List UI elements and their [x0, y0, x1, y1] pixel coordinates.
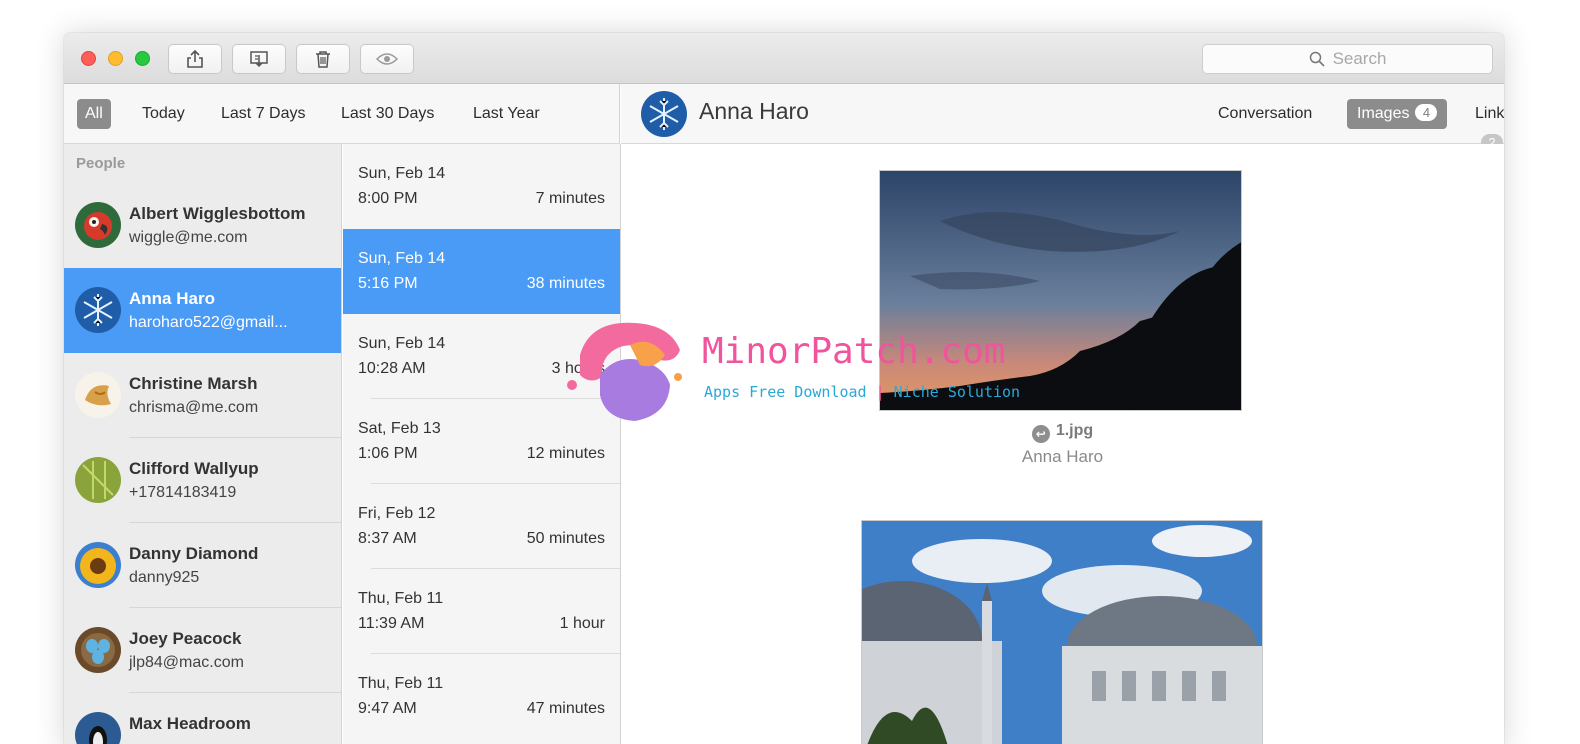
- reply-arrow-icon: ↩: [1031, 425, 1050, 443]
- conversation-header: Anna Haro Conversation Images 4 Links2: [621, 84, 1504, 151]
- person-detail: jlp84@mac.com: [129, 654, 244, 671]
- person-joey-peacock[interactable]: Joey Peacock jlp84@mac.com: [64, 608, 341, 693]
- search-placeholder: Search: [1332, 49, 1387, 68]
- contact-name: Anna Haro: [699, 98, 809, 124]
- person-name: Christine Marsh: [129, 374, 258, 393]
- delete-button[interactable]: [296, 44, 350, 74]
- filter-last-year[interactable]: Last Year: [465, 99, 548, 129]
- image-attachment[interactable]: [879, 170, 1242, 411]
- tab-images[interactable]: Images 4: [1347, 99, 1448, 129]
- conversation-date: Sun, Feb 14: [358, 335, 446, 352]
- images-pane: ↩ 1.jpg Anna Haro: [621, 144, 1504, 744]
- person-danny-diamond[interactable]: Danny Diamond danny925: [64, 523, 341, 608]
- filter-last-30-days[interactable]: Last 30 Days: [333, 99, 442, 129]
- parrot-avatar: [75, 202, 121, 248]
- person-detail: wiggle@me.com: [129, 229, 248, 246]
- person-name: Joey Peacock: [129, 629, 242, 648]
- close-window-button[interactable]: [81, 51, 96, 66]
- tab-conversation[interactable]: Conversation: [1208, 99, 1322, 129]
- tab-conversation-label: Conversation: [1218, 105, 1313, 122]
- sunflower-avatar: [75, 542, 121, 588]
- conversation-item[interactable]: Sun, Feb 14 8:00 PM 7 minutes: [343, 144, 620, 229]
- person-detail: +17814183419: [129, 484, 237, 501]
- conversation-duration: 7 minutes: [535, 190, 605, 207]
- person-name: Max Headroom: [129, 714, 251, 733]
- conversation-time: 8:37 AM: [358, 530, 417, 547]
- share-button[interactable]: [168, 44, 222, 74]
- leaf-avatar: [75, 457, 121, 503]
- sunset-photo: [880, 171, 1241, 410]
- tab-images-label: Images: [1357, 105, 1410, 122]
- person-detail: haroharo522@gmail...: [129, 314, 288, 331]
- export-button[interactable]: [232, 44, 286, 74]
- conversation-item[interactable]: Sun, Feb 14 5:16 PM 38 minutes: [343, 229, 620, 314]
- conversation-date: Thu, Feb 11: [358, 590, 444, 607]
- tab-links-label: Links: [1475, 105, 1504, 122]
- eggs-avatar: [75, 627, 121, 673]
- conversation-duration: 1 hour: [559, 615, 605, 632]
- person-detail: danny925: [129, 569, 200, 586]
- person-anna-haro[interactable]: Anna Haro haroharo522@gmail...: [64, 268, 341, 353]
- search-input[interactable]: Search: [1202, 44, 1493, 74]
- zoom-window-button[interactable]: [135, 51, 150, 66]
- person-albert-wigglesbottom[interactable]: Albert Wigglesbottom wiggle@me.com: [64, 183, 341, 268]
- conversation-date: Sat, Feb 13: [358, 420, 441, 437]
- eye-icon: [376, 53, 398, 65]
- conversation-list: Sun, Feb 14 8:00 PM 7 minutes Sun, Feb 1…: [343, 144, 621, 744]
- tab-links[interactable]: Links2: [1465, 99, 1504, 151]
- person-name: Albert Wigglesbottom: [129, 204, 306, 223]
- conversation-date: Sun, Feb 14: [358, 250, 446, 267]
- conversation-item[interactable]: Thu, Feb 11 11:39 AM 1 hour: [343, 569, 620, 654]
- penguin-avatar: [75, 712, 121, 744]
- conversation-item[interactable]: Sat, Feb 13 1:06 PM 12 minutes: [343, 399, 620, 484]
- people-list: People Albert Wigglesbottom wiggle@me.co…: [64, 144, 342, 744]
- images-count-badge: 4: [1415, 104, 1438, 121]
- snowflake-avatar: [75, 287, 121, 333]
- quick-look-button[interactable]: [360, 44, 414, 74]
- conversation-date: Thu, Feb 11: [358, 675, 444, 692]
- conversation-duration: 3 hours: [551, 360, 605, 377]
- conversation-duration: 38 minutes: [526, 275, 605, 292]
- conversation-date: Fri, Feb 12: [358, 505, 436, 522]
- contact-avatar: [641, 91, 687, 137]
- conversation-time: 1:06 PM: [358, 445, 418, 462]
- conversation-duration: 12 minutes: [526, 445, 605, 462]
- conversation-time: 10:28 AM: [358, 360, 426, 377]
- conversation-item[interactable]: Thu, Feb 11 9:47 AM 47 minutes: [343, 654, 620, 739]
- image-filename[interactable]: ↩ 1.jpg: [621, 422, 1504, 443]
- share-icon: [187, 49, 203, 68]
- person-detail: chrisma@me.com: [129, 399, 259, 416]
- conversation-time: 11:39 AM: [358, 615, 425, 632]
- people-heading: People: [76, 155, 126, 172]
- conversation-date: Sun, Feb 14: [358, 165, 446, 182]
- filter-all[interactable]: All: [77, 99, 111, 129]
- image-sender: Anna Haro: [1021, 447, 1104, 466]
- person-name: Anna Haro: [129, 289, 215, 308]
- person-christine-marsh[interactable]: Christine Marsh chrisma@me.com: [64, 353, 341, 438]
- app-window: Search All Today Last 7 Days Last 30 Day…: [64, 33, 1504, 744]
- conversation-duration: 47 minutes: [526, 700, 605, 717]
- conversation-time: 5:16 PM: [358, 275, 418, 292]
- minimize-window-button[interactable]: [108, 51, 123, 66]
- fortune-cookie-avatar: [75, 372, 121, 418]
- conversation-duration: 50 minutes: [526, 530, 605, 547]
- person-clifford-wallyup[interactable]: Clifford Wallyup +17814183419: [64, 438, 341, 523]
- conversation-time: 8:00 PM: [358, 190, 418, 207]
- title-bar: Search: [64, 33, 1504, 84]
- image-filename-text: 1.jpg: [1055, 422, 1094, 439]
- date-filter-bar: All Today Last 7 Days Last 30 Days Last …: [64, 84, 620, 144]
- conversation-item[interactable]: Fri, Feb 12 8:37 AM 50 minutes: [343, 484, 620, 569]
- mosque-photo: [862, 521, 1262, 744]
- person-max-headroom[interactable]: Max Headroom: [64, 693, 341, 744]
- conversation-item[interactable]: Sun, Feb 14 10:28 AM 3 hours: [343, 314, 620, 399]
- export-icon: [250, 51, 268, 68]
- search-icon: [1309, 51, 1325, 67]
- filter-last-7-days[interactable]: Last 7 Days: [213, 99, 313, 129]
- trash-icon: [316, 51, 330, 68]
- person-name: Clifford Wallyup: [129, 459, 259, 478]
- person-name: Danny Diamond: [129, 544, 259, 563]
- conversation-time: 9:47 AM: [358, 700, 417, 717]
- filter-today[interactable]: Today: [134, 99, 193, 129]
- image-attachment[interactable]: [861, 520, 1263, 744]
